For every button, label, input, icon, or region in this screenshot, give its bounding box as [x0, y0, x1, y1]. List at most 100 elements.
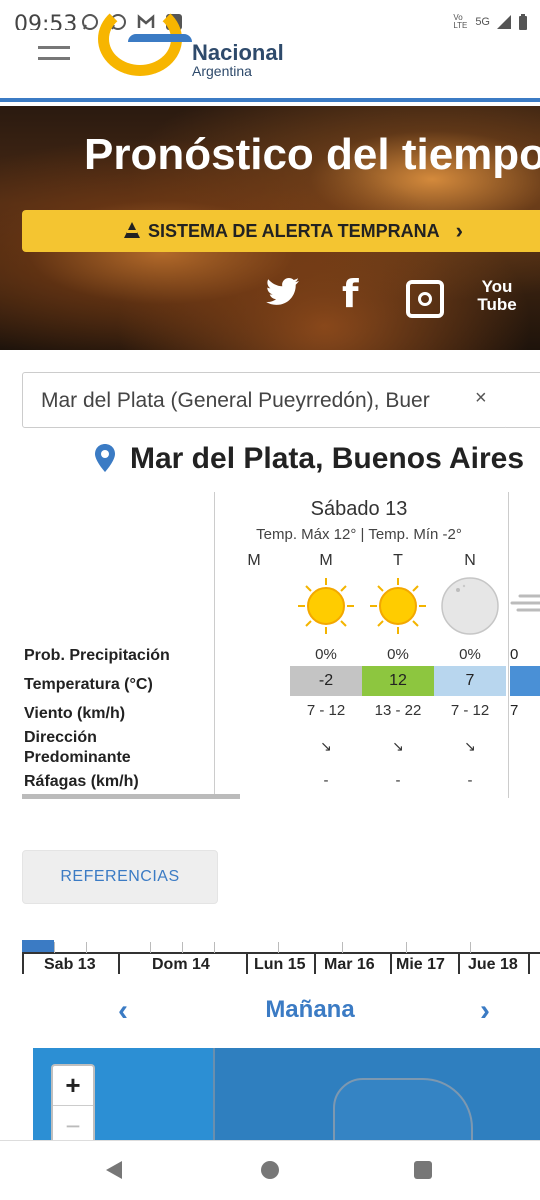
wind-direction-arrow-icon: ↘ [392, 738, 404, 754]
signal-icon [497, 15, 511, 29]
timeline-day-divider [118, 952, 120, 974]
instagram-icon[interactable] [406, 280, 444, 318]
label-gusts: Ráfagas (km/h) [24, 773, 139, 790]
weather-map[interactable]: + − [33, 1048, 540, 1140]
timeline-day-label[interactable]: Mar 16 [324, 956, 375, 974]
gust-value: - [467, 772, 473, 789]
site-header: Nacional Argentina [0, 2, 540, 102]
timeline-tick [342, 942, 343, 953]
early-alert-button[interactable]: SISTEMA DE ALERTA TEMPRANA › [22, 210, 540, 252]
wind-value: 7 - 12 [306, 702, 346, 719]
timeline-day-divider [528, 952, 530, 974]
logo-subtext[interactable]: Argentina [192, 63, 252, 79]
location-title: Mar del Plata, Buenos Aires [130, 442, 525, 475]
timeline-day-divider [314, 952, 316, 974]
zoom-out-button[interactable]: − [53, 1108, 93, 1141]
logo-wave [128, 34, 192, 48]
precip-value: 0 [510, 646, 519, 663]
recents-icon[interactable] [414, 1161, 432, 1179]
home-icon[interactable] [261, 1161, 279, 1179]
search-button[interactable] [506, 372, 540, 428]
battery-icon [519, 14, 527, 30]
period-label: N [464, 552, 476, 569]
temp-cell: 7 [434, 666, 506, 696]
references-button[interactable]: REFERENCIAS [22, 850, 218, 904]
label-wind: Viento (km/h) [24, 705, 126, 722]
clear-icon[interactable]: × [475, 387, 487, 410]
day-title: Sábado 13 [310, 498, 408, 520]
instagram-lens [418, 292, 432, 306]
menu-icon[interactable] [38, 46, 70, 60]
temp-cell: -2 [290, 666, 362, 696]
wind-value: 7 - 12 [450, 702, 490, 719]
whatsapp-icon [80, 12, 100, 32]
map-land-area [333, 1078, 473, 1140]
youtube-logo-bottom: Tube [477, 295, 517, 314]
column-divider [508, 492, 509, 798]
timeline-tick [470, 942, 471, 953]
timeline-day-label[interactable]: Dom 14 [152, 956, 210, 974]
early-alert-label: SISTEMA DE ALERTA TEMPRANA [148, 220, 440, 241]
wind-value: 7 [510, 702, 519, 719]
precip-value: 0% [387, 646, 409, 663]
location-pin-icon [95, 444, 115, 472]
precip-value: 0% [459, 646, 481, 663]
gust-value: - [323, 772, 329, 789]
timeline-tick [182, 942, 183, 953]
timeline-day-divider [458, 952, 460, 974]
twitter-icon[interactable] [266, 278, 300, 306]
period-label: M [247, 552, 261, 569]
label-direction: Dirección [24, 729, 97, 746]
temp-cell: 12 [362, 666, 434, 696]
horizontal-scrollbar[interactable] [22, 794, 240, 799]
page-title: Pronóstico del tiempo [84, 130, 540, 179]
period-label: T [393, 552, 403, 569]
label-direction-2: Predominante [24, 749, 131, 766]
period-label: M [319, 552, 333, 569]
sun-icon [290, 576, 362, 636]
traffic-cone-icon [124, 222, 140, 240]
label-precipitation: Prob. Precipitación [24, 647, 170, 664]
facebook-icon[interactable]: f [342, 272, 359, 316]
temp-cell [510, 666, 540, 696]
selected-day-label: Mañana [265, 996, 355, 1023]
wind-direction-arrow-icon: ↘ [320, 738, 332, 754]
hero-banner: Pronóstico del tiempo SISTEMA DE ALERTA … [0, 106, 540, 350]
status-right: Vo LTE 5G [453, 14, 528, 30]
timeline-tick [54, 942, 55, 953]
moon-icon [434, 576, 506, 636]
timeline-day-label[interactable]: Lun 15 [254, 956, 306, 974]
day-navigator: ‹ Mañana › [0, 992, 540, 1032]
timeline-day-label[interactable]: Jue 18 [468, 956, 518, 974]
forecast-table: Prob. Precipitación Temperatura (°C) Vie… [22, 492, 540, 800]
wind-icon [510, 588, 540, 623]
day-timeline[interactable]: Sab 13 Dom 14 Lun 15 Mar 16 Mie 17 Jue 1… [22, 940, 540, 974]
chevron-right-icon: › [455, 218, 463, 243]
timeline-day-divider [22, 952, 24, 974]
wind-direction-arrow-icon: ↘ [464, 738, 476, 754]
day-temp-range: Temp. Máx 12° | Temp. Mín -2° [256, 526, 462, 543]
timeline-day-divider [246, 952, 248, 974]
timeline-tick [278, 942, 279, 953]
next-day-button[interactable]: › [480, 994, 490, 1028]
location-search-input[interactable]: Mar del Plata (General Pueyrredón), Buer… [22, 372, 508, 428]
youtube-logo-top: You [481, 277, 513, 296]
youtube-icon[interactable]: You Tube [477, 277, 517, 314]
timeline-day-label[interactable]: Sab 13 [44, 956, 96, 974]
timeline-day-divider [390, 952, 392, 974]
sun-icon [362, 576, 434, 636]
timeline-tick [86, 942, 87, 953]
timeline-axis [22, 952, 540, 954]
volte-icon: Vo LTE [453, 13, 468, 30]
timeline-tick [150, 942, 151, 953]
network-type: 5G [475, 16, 490, 28]
zoom-in-button[interactable]: + [53, 1066, 93, 1106]
timeline-tick [214, 942, 215, 953]
back-icon[interactable] [106, 1161, 122, 1179]
timeline-tick [406, 942, 407, 953]
map-zoom-control: + − [51, 1064, 95, 1140]
timeline-day-label[interactable]: Mie 17 [396, 956, 445, 974]
search-value[interactable]: Mar del Plata (General Pueyrredón), Buer [41, 389, 461, 413]
system-nav-bar [0, 1140, 540, 1200]
gust-value: - [395, 772, 401, 789]
